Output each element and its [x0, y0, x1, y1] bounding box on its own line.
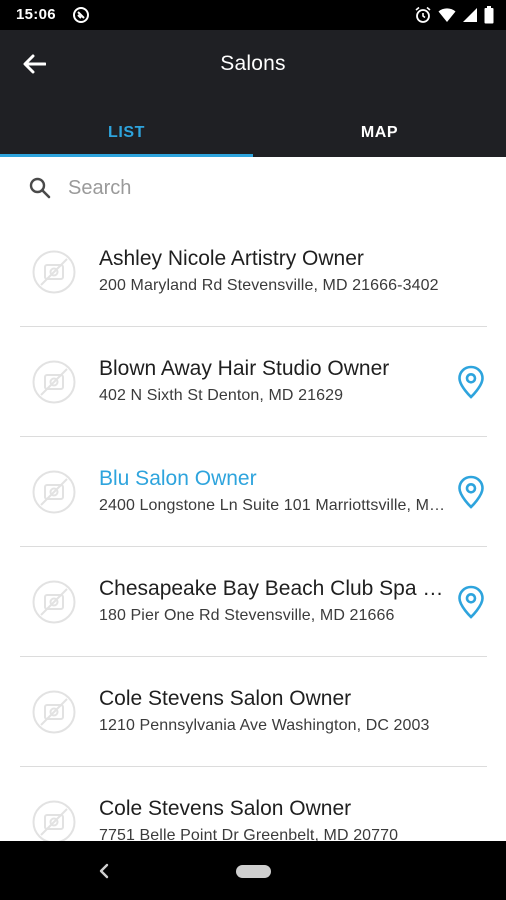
- status-bar: 15:06: [0, 0, 506, 30]
- no-image-icon: [32, 690, 76, 734]
- location-pin-icon[interactable]: [457, 475, 485, 509]
- no-image-icon: [32, 250, 76, 294]
- nav-back-icon[interactable]: [95, 861, 113, 881]
- salon-name: Cole Stevens Salon Owner: [99, 687, 352, 710]
- salon-address: 7751 Belle Point Dr Greenbelt, MD 20770: [99, 827, 399, 841]
- tab-list[interactable]: LIST: [0, 108, 253, 157]
- search-icon[interactable]: [28, 176, 52, 200]
- no-image-icon: [32, 800, 76, 841]
- search-input[interactable]: [60, 169, 480, 207]
- salon-address: 200 Maryland Rd Stevensville, MD 21666-3…: [99, 277, 439, 294]
- salon-name: Chesapeake Bay Beach Club Spa Owner: [99, 577, 449, 600]
- list-item[interactable]: Cole Stevens Salon Owner 7751 Belle Poin…: [0, 767, 506, 841]
- signal-icon: [462, 7, 478, 23]
- no-image-icon: [32, 580, 76, 624]
- search-bar: [0, 157, 506, 219]
- salon-name: Blown Away Hair Studio Owner: [99, 357, 390, 380]
- list-item[interactable]: Blu Salon Owner 2400 Longstone Ln Suite …: [0, 437, 506, 547]
- app-bar: Salons LIST MAP: [0, 30, 506, 157]
- list-item[interactable]: Ashley Nicole Artistry Owner 200 Marylan…: [0, 217, 506, 327]
- salon-name: Cole Stevens Salon Owner: [99, 797, 352, 820]
- no-image-icon: [32, 470, 76, 514]
- location-pin-icon[interactable]: [457, 365, 485, 399]
- tab-bar: LIST MAP: [0, 108, 506, 157]
- salon-address: 1210 Pennsylvania Ave Washington, DC 200…: [99, 717, 430, 734]
- nav-home-pill-icon[interactable]: [236, 865, 271, 878]
- salon-name: Ashley Nicole Artistry Owner: [99, 247, 364, 270]
- battery-icon: [484, 6, 494, 24]
- alarm-icon: [414, 6, 432, 24]
- salon-list: Ashley Nicole Artistry Owner 200 Marylan…: [0, 217, 506, 841]
- tab-map[interactable]: MAP: [253, 108, 506, 157]
- status-icons: [414, 6, 494, 24]
- salon-address: 180 Pier One Rd Stevensville, MD 21666: [99, 607, 395, 624]
- page-title: Salons: [220, 52, 286, 75]
- no-image-icon: [32, 360, 76, 404]
- tab-list-label: LIST: [107, 123, 146, 141]
- salon-address: 2400 Longstone Ln Suite 101 Marriottsvil…: [99, 497, 451, 514]
- tab-map-label: MAP: [360, 123, 399, 141]
- system-nav-bar: [0, 841, 506, 900]
- location-pin-icon[interactable]: [457, 585, 485, 619]
- status-time: 15:06: [16, 6, 56, 23]
- salon-address: 402 N Sixth St Denton, MD 21629: [99, 387, 344, 404]
- list-item[interactable]: Cole Stevens Salon Owner 1210 Pennsylvan…: [0, 657, 506, 767]
- salon-name: Blu Salon Owner: [99, 467, 257, 490]
- wifi-icon: [438, 7, 456, 23]
- sync-badge-icon: [72, 6, 90, 24]
- list-item[interactable]: Chesapeake Bay Beach Club Spa Owner 180 …: [0, 547, 506, 657]
- list-item[interactable]: Blown Away Hair Studio Owner 402 N Sixth…: [0, 327, 506, 437]
